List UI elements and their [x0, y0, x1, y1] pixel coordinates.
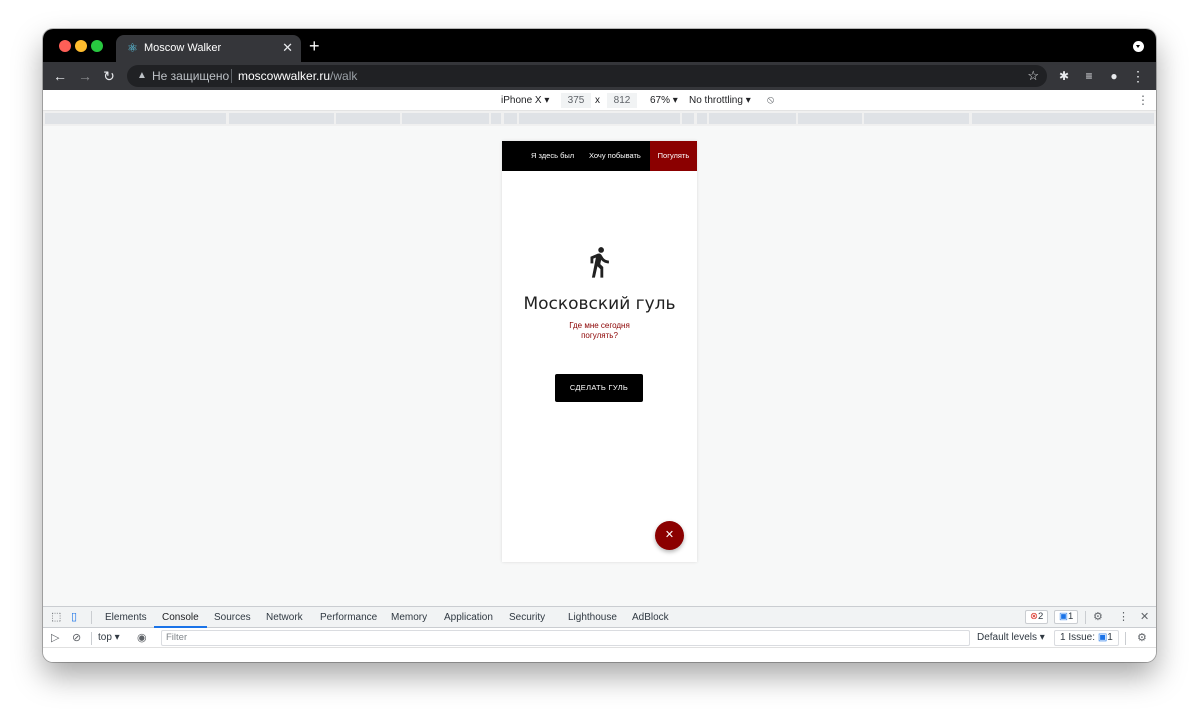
forward-arrow-icon[interactable]: → — [76, 67, 94, 85]
media-query-segment[interactable] — [402, 113, 489, 124]
page-subtitle: Где мне сегодня погулять? — [569, 321, 630, 340]
minimize-window-button[interactable] — [75, 40, 87, 52]
tab-application[interactable]: Application — [444, 607, 493, 628]
page-title: Московский гуль — [523, 294, 676, 314]
device-toggle-icon[interactable]: ▯ — [71, 611, 77, 624]
tab-console[interactable]: Console — [154, 607, 207, 628]
devtools-panel: ⬚ ▯ Elements Console Sources Network Per… — [43, 606, 1156, 662]
incognito-icon[interactable]: ● — [1105, 67, 1123, 85]
throttling-select[interactable]: No throttling ▾ — [689, 94, 751, 107]
message-count-badge[interactable]: ▣1 — [1054, 610, 1079, 624]
tab-sources[interactable]: Sources — [214, 607, 251, 628]
tab-network[interactable]: Network — [266, 607, 303, 628]
app-navbar: Я здесь был Хочу побывать Погулять — [502, 141, 697, 171]
error-count-badge[interactable]: ⊗2 — [1025, 610, 1049, 624]
media-query-segment[interactable] — [798, 113, 862, 124]
mobile-page: Я здесь был Хочу побывать Погулять Моско… — [502, 141, 697, 562]
maximize-window-button[interactable] — [91, 40, 103, 52]
close-devtools-icon[interactable]: ✕ — [1140, 611, 1149, 624]
context-select[interactable]: top ▾ — [98, 631, 120, 645]
dimension-separator: x — [595, 95, 600, 106]
tab-performance[interactable]: Performance — [320, 607, 377, 628]
settings-gear-icon[interactable]: ⚙ — [1093, 611, 1103, 624]
device-select[interactable]: iPhone X ▾ — [501, 94, 549, 107]
media-query-segment[interactable] — [229, 113, 334, 124]
inspect-element-icon[interactable]: ⬚ — [51, 611, 61, 624]
console-filter-input[interactable]: Filter — [161, 630, 970, 646]
tab-title: Moscow Walker — [144, 42, 222, 54]
error-icon: ⊗ — [1030, 611, 1038, 622]
device-more-icon[interactable]: ⋮ — [1137, 94, 1149, 107]
media-query-bar — [43, 111, 1156, 126]
media-query-segment[interactable] — [519, 113, 680, 124]
walking-person-icon — [590, 247, 609, 278]
sidebar-toggle-icon[interactable]: ▷ — [51, 632, 59, 645]
close-fab-button[interactable]: ✕ — [655, 521, 684, 550]
media-query-segment[interactable] — [864, 113, 969, 124]
extensions-puzzle-icon[interactable]: ✱ — [1055, 67, 1073, 85]
toolbar-divider — [1125, 632, 1126, 645]
reload-icon[interactable]: ↻ — [100, 67, 118, 85]
clear-console-icon[interactable]: ⊘ — [72, 632, 81, 645]
tab-security[interactable]: Security — [509, 607, 545, 628]
toolbar-divider — [91, 611, 92, 624]
device-toolbar: iPhone X ▾ 375 x 812 67% ▾ No throttling… — [43, 90, 1156, 111]
toolbar-divider — [1085, 611, 1086, 624]
media-query-segment[interactable] — [682, 113, 694, 124]
log-levels-select[interactable]: Default levels ▾ — [977, 631, 1045, 645]
media-query-segment[interactable] — [972, 113, 1154, 124]
tab-close-icon[interactable]: ✕ — [282, 41, 293, 55]
bookmark-star-icon[interactable]: ☆ — [1027, 68, 1039, 84]
tab-memory[interactable]: Memory — [391, 607, 427, 628]
tab-bar: ⚛ Moscow Walker ✕ + — [43, 29, 1156, 62]
rotate-icon[interactable]: ⦸ — [767, 94, 774, 107]
media-query-segment[interactable] — [697, 113, 707, 124]
address-separator — [231, 69, 232, 83]
devtools-tab-bar: ⬚ ▯ Elements Console Sources Network Per… — [43, 607, 1156, 628]
issue-icon: ▣ — [1097, 632, 1108, 643]
message-icon: ▣ — [1059, 611, 1068, 622]
media-query-segment[interactable] — [491, 113, 501, 124]
new-tab-button[interactable]: + — [309, 37, 320, 55]
tab-adblock[interactable]: AdBlock — [632, 607, 669, 628]
media-query-segment[interactable] — [709, 113, 796, 124]
tab-lighthouse[interactable]: Lighthouse — [568, 607, 617, 628]
eye-icon[interactable]: ◉ — [137, 632, 147, 645]
devtools-more-icon[interactable]: ⋮ — [1118, 611, 1129, 624]
media-query-segment[interactable] — [45, 113, 226, 124]
media-controls-icon[interactable]: ≡ — [1080, 67, 1098, 85]
make-walk-button[interactable]: СДЕЛАТЬ ГУЛЬ — [555, 374, 643, 402]
close-window-button[interactable] — [59, 40, 71, 52]
viewport-width-input[interactable]: 375 — [561, 93, 591, 108]
zoom-select[interactable]: 67% ▾ — [650, 94, 678, 107]
nav-been-here[interactable]: Я здесь был — [524, 141, 581, 171]
security-status[interactable]: Не защищено — [152, 69, 229, 83]
browser-window: ⚛ Moscow Walker ✕ + ← → ↻ ▲ Не защищено … — [43, 29, 1156, 662]
media-query-segment[interactable] — [336, 113, 400, 124]
react-favicon-icon: ⚛ — [127, 41, 138, 55]
tab-elements[interactable]: Elements — [105, 607, 147, 628]
nav-walk[interactable]: Погулять — [650, 141, 697, 171]
toolbar-divider — [91, 632, 92, 645]
browser-tab[interactable]: ⚛ Moscow Walker ✕ — [116, 35, 301, 62]
console-toolbar: ▷ ⊘ top ▾ ◉ Filter Default levels ▾ 1 Is… — [43, 628, 1156, 648]
tab-search-icon[interactable] — [1133, 41, 1144, 52]
browser-menu-icon[interactable]: ⋮ — [1129, 67, 1147, 85]
console-settings-icon[interactable]: ⚙ — [1137, 632, 1147, 645]
media-query-segment[interactable] — [504, 113, 517, 124]
viewport-height-input[interactable]: 812 — [607, 93, 637, 108]
issues-button[interactable]: 1 Issue: ▣1 — [1054, 630, 1119, 646]
nav-want-visit[interactable]: Хочу побывать — [582, 141, 648, 171]
address-bar[interactable]: ▲ Не защищено moscowwalker.ru/walk ☆ — [127, 65, 1047, 87]
emulated-viewport: Я здесь был Хочу побывать Погулять Моско… — [43, 126, 1156, 606]
url-text[interactable]: moscowwalker.ru/walk — [238, 69, 357, 83]
browser-toolbar: ← → ↻ ▲ Не защищено moscowwalker.ru/walk… — [43, 62, 1156, 90]
back-arrow-icon[interactable]: ← — [51, 67, 69, 85]
warning-icon: ▲ — [137, 70, 147, 81]
